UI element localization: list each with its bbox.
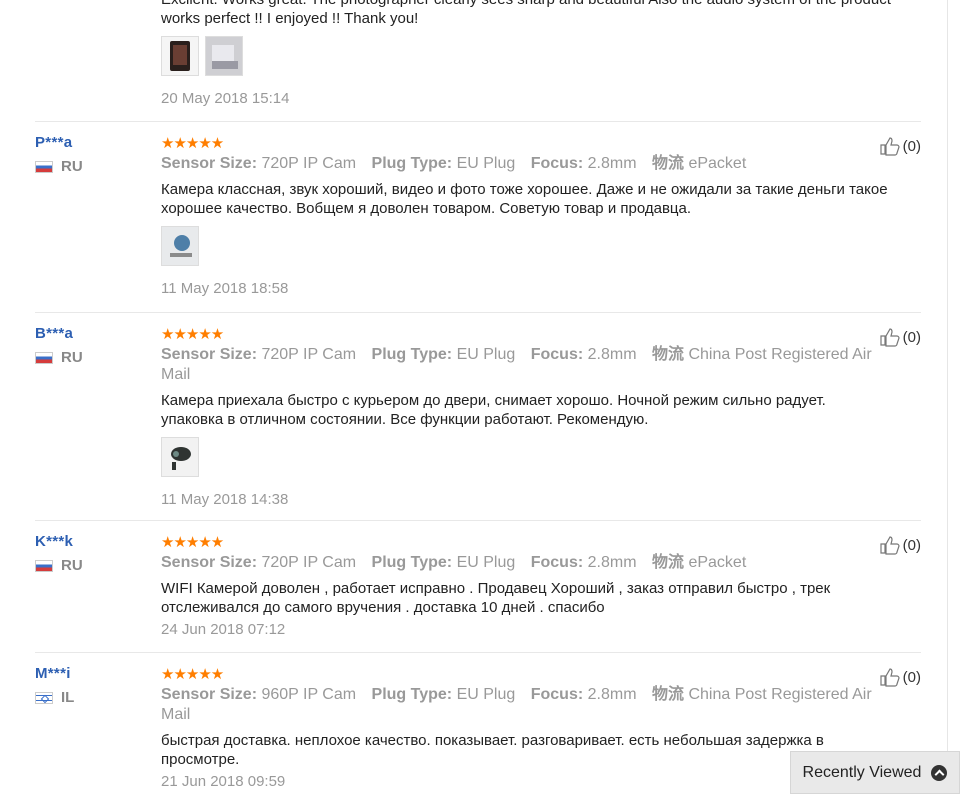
review-images xyxy=(161,437,891,477)
logistics-label: 物流 xyxy=(651,155,684,172)
like-button[interactable]: (0) xyxy=(879,535,921,555)
review-photo-thumbnail[interactable] xyxy=(161,437,199,477)
review-text: быстрая доставка. неплохое качество. пок… xyxy=(161,732,824,768)
review-photo-thumbnail[interactable] xyxy=(205,36,243,76)
thumbs-up-icon xyxy=(880,328,900,347)
product-attributes: Sensor Size: 960P IP Cam Plug Type: EU P… xyxy=(161,685,891,725)
like-count: (0) xyxy=(902,137,921,155)
star-rating: ★★★★★ xyxy=(161,534,224,551)
focus-value: 2.8mm xyxy=(587,346,637,363)
russia-flag-icon xyxy=(35,351,53,364)
review-images xyxy=(161,226,891,266)
review-date: 20 May 2018 15:14 xyxy=(161,90,290,107)
logistics-value: ePacket xyxy=(688,155,747,172)
review-item: Excilent. Works great. The photographer … xyxy=(35,0,921,121)
plug-type-label: Plug Type: xyxy=(371,686,453,703)
plug-type-label: Plug Type: xyxy=(371,554,453,571)
product-attributes: Sensor Size: 720P IP Cam Plug Type: EU P… xyxy=(161,345,891,385)
logistics-label: 物流 xyxy=(651,554,684,571)
sensor-size-value: 960P IP Cam xyxy=(261,686,357,703)
thumbs-up-icon xyxy=(880,536,900,555)
review-date: 11 May 2018 14:38 xyxy=(161,491,289,508)
sensor-size-value: 720P IP Cam xyxy=(261,554,357,571)
reviewer-country: IL xyxy=(61,689,75,706)
sensor-size-value: 720P IP Cam xyxy=(261,155,357,172)
plug-type-label: Plug Type: xyxy=(371,155,453,172)
logistics-value: ePacket xyxy=(688,554,747,571)
review-text: WIFI Камерой доволен , работает исправно… xyxy=(161,580,831,616)
star-rating: ★★★★★ xyxy=(161,135,224,152)
like-count: (0) xyxy=(902,668,921,686)
logistics-label: 物流 xyxy=(651,686,684,703)
focus-label: Focus: xyxy=(530,346,584,363)
focus-value: 2.8mm xyxy=(587,155,637,172)
star-rating: ★★★★★ xyxy=(161,666,224,683)
sensor-size-label: Sensor Size: xyxy=(161,686,258,703)
plug-type-value: EU Plug xyxy=(456,554,516,571)
focus-label: Focus: xyxy=(530,155,584,172)
reviewer-country: RU xyxy=(61,158,83,175)
recently-viewed-label: Recently Viewed xyxy=(802,763,922,781)
like-count: (0) xyxy=(902,536,921,554)
review-item: P***a RU ★★★★★ Sensor Size: 720P IP Cam … xyxy=(35,121,921,312)
review-photo-thumbnail[interactable] xyxy=(161,36,199,76)
reviews-panel: Excilent. Works great. The photographer … xyxy=(0,0,948,794)
reviewer-country: RU xyxy=(61,557,83,574)
sensor-size-value: 720P IP Cam xyxy=(261,346,357,363)
thumbs-up-icon xyxy=(880,137,900,156)
plug-type-value: EU Plug xyxy=(456,686,516,703)
review-text: Камера приехала быстро с курьером до две… xyxy=(161,392,826,428)
plug-type-value: EU Plug xyxy=(456,155,516,172)
review-images xyxy=(161,36,891,76)
review-date: 21 Jun 2018 09:59 xyxy=(161,773,286,790)
reviewer-country: RU xyxy=(61,349,83,366)
israel-flag-icon xyxy=(35,691,53,704)
thumbs-up-icon xyxy=(880,668,900,687)
reviewer-name[interactable]: M***i xyxy=(35,665,145,682)
russia-flag-icon xyxy=(35,559,53,572)
reviewer-name[interactable]: P***a xyxy=(35,134,145,151)
review-item: K***k RU ★★★★★ Sensor Size: 720P IP Cam … xyxy=(35,520,921,652)
review-item: M***i IL ★★★★★ Sensor Size: 960P IP Cam … xyxy=(35,652,921,795)
recently-viewed-button[interactable]: Recently Viewed xyxy=(790,751,960,794)
review-text: Excilent. Works great. The photographer … xyxy=(161,0,891,27)
review-date: 11 May 2018 18:58 xyxy=(161,280,289,297)
sensor-size-label: Sensor Size: xyxy=(161,155,258,172)
logistics-label: 物流 xyxy=(651,346,684,363)
russia-flag-icon xyxy=(35,160,53,173)
sensor-size-label: Sensor Size: xyxy=(161,346,258,363)
review-item: B***a RU ★★★★★ Sensor Size: 720P IP Cam … xyxy=(35,312,921,520)
product-attributes: Sensor Size: 720P IP Cam Plug Type: EU P… xyxy=(161,154,891,174)
plug-type-label: Plug Type: xyxy=(371,346,453,363)
focus-label: Focus: xyxy=(530,686,584,703)
focus-value: 2.8mm xyxy=(587,554,637,571)
focus-label: Focus: xyxy=(530,554,584,571)
reviewer-name[interactable]: B***a xyxy=(35,325,145,342)
focus-value: 2.8mm xyxy=(587,686,637,703)
review-text: Камера классная, звук хороший, видео и ф… xyxy=(161,181,888,217)
star-rating: ★★★★★ xyxy=(161,326,224,343)
sensor-size-label: Sensor Size: xyxy=(161,554,258,571)
review-photo-thumbnail[interactable] xyxy=(161,226,199,266)
product-attributes: Sensor Size: 720P IP Cam Plug Type: EU P… xyxy=(161,553,891,573)
like-button[interactable]: (0) xyxy=(879,667,921,687)
like-button[interactable]: (0) xyxy=(879,136,921,156)
plug-type-value: EU Plug xyxy=(456,346,516,363)
like-button[interactable]: (0) xyxy=(879,327,921,347)
like-count: (0) xyxy=(902,328,921,346)
chevron-up-icon xyxy=(931,764,948,781)
reviewer-name[interactable]: K***k xyxy=(35,533,145,550)
review-date: 24 Jun 2018 07:12 xyxy=(161,621,286,638)
